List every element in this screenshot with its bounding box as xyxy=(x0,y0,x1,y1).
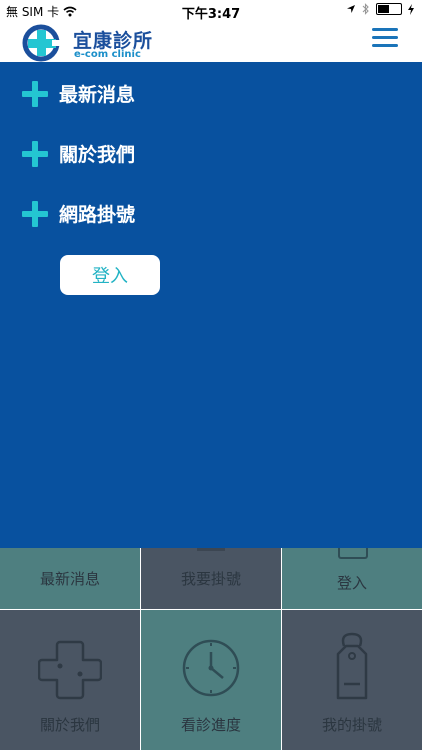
tile-icon-fragment xyxy=(338,548,368,559)
cross-icon xyxy=(38,640,102,700)
clock-icon xyxy=(182,639,240,697)
login-button[interactable]: 登入 xyxy=(60,255,160,295)
menu-line xyxy=(372,44,398,47)
drawer-item-about[interactable]: 關於我們 xyxy=(22,140,135,167)
status-right xyxy=(346,3,414,15)
menu-line xyxy=(372,36,398,39)
tile-label: 最新消息 xyxy=(39,570,100,588)
clinic-subtitle: e-com clinic xyxy=(74,49,141,60)
tile-label: 我的掛號 xyxy=(321,716,382,734)
tile-about[interactable]: 關於我們 xyxy=(0,610,140,750)
tile-label: 登入 xyxy=(336,574,367,592)
tile-book-appointment[interactable]: 我要掛號 xyxy=(141,548,281,609)
drawer-item-label: 網路掛號 xyxy=(59,204,136,226)
tile-progress[interactable]: 看診進度 xyxy=(141,610,281,750)
tile-icon-fragment xyxy=(197,548,225,551)
location-arrow-icon xyxy=(347,5,355,13)
battery-fill xyxy=(378,5,389,13)
drawer-item-registration[interactable]: 網路掛號 xyxy=(22,200,135,227)
tile-label: 我要掛號 xyxy=(180,570,241,588)
plus-icon xyxy=(22,140,48,167)
status-bar: 無 SIM 卡 下午3:47 xyxy=(0,0,422,22)
home-grid: 最新消息 我要掛號 登入 關於我們 看診進度 我的掛號 xyxy=(0,548,422,750)
drawer-item-label: 關於我們 xyxy=(59,144,136,166)
drawer-item-news[interactable]: 最新消息 xyxy=(22,80,135,107)
tile-news[interactable]: 最新消息 xyxy=(0,548,140,609)
tile-label: 關於我們 xyxy=(39,716,100,734)
e-plus-logo-icon xyxy=(22,24,62,62)
bluetooth-icon xyxy=(362,3,369,15)
charging-bolt-icon xyxy=(408,3,414,15)
plus-icon xyxy=(22,80,48,107)
menu-line xyxy=(372,28,398,31)
tile-label: 看診進度 xyxy=(180,716,241,734)
plus-icon xyxy=(22,200,48,227)
app-header: 宜康診所 e-com clinic xyxy=(0,20,422,62)
hamburger-menu-icon[interactable] xyxy=(372,28,398,50)
battery-icon xyxy=(376,3,402,15)
tile-my-appointments[interactable]: 我的掛號 xyxy=(282,610,422,750)
tile-login[interactable]: 登入 xyxy=(282,548,422,609)
drawer-item-label: 最新消息 xyxy=(59,84,136,106)
side-drawer: 最新消息 關於我們 網路掛號 登入 xyxy=(0,62,422,548)
tag-icon xyxy=(336,632,368,700)
